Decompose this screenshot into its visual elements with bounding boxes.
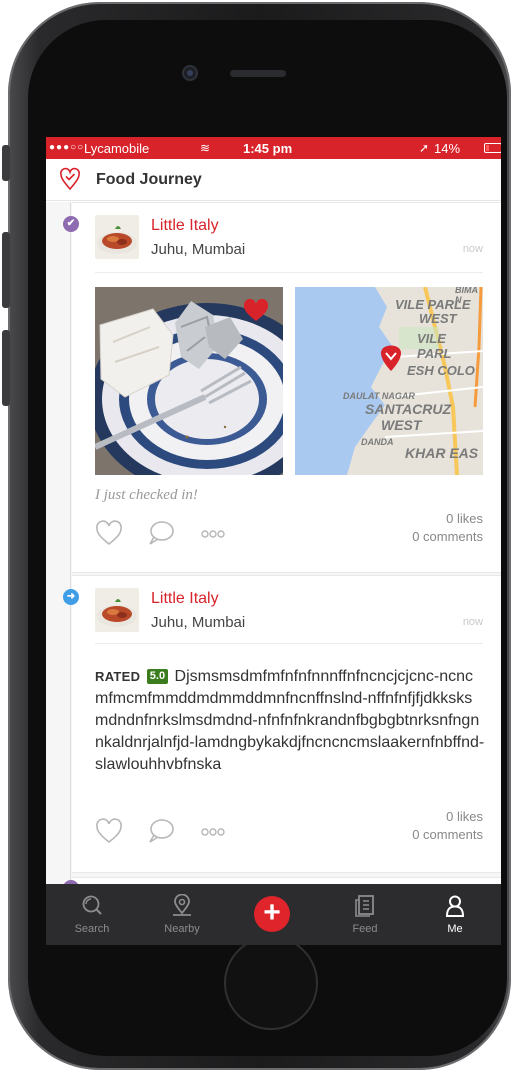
map-label: KHAR EAS: [405, 445, 479, 461]
more-options-icon[interactable]: [199, 817, 227, 845]
checkin-photo[interactable]: [95, 287, 283, 475]
comment-bubble-icon[interactable]: [147, 817, 175, 845]
front-camera: [182, 65, 198, 81]
card-divider: [95, 643, 483, 644]
timeline-line: [70, 202, 71, 884]
wifi-icon: ≋: [200, 141, 211, 155]
like-heart-icon[interactable]: [95, 519, 123, 547]
volume-down-button: [2, 330, 10, 406]
comment-bubble-icon[interactable]: [147, 519, 175, 547]
journey-feed[interactable]: Little Italy Juhu, Mumbai now BIMA N VIL…: [46, 202, 501, 884]
venue-thumbnail[interactable]: [95, 215, 139, 259]
card-divider: [95, 272, 483, 273]
volume-up-button: [2, 232, 10, 308]
tab-bar: Search Nearby + Feed Me: [46, 884, 501, 945]
tab-search[interactable]: Search: [52, 884, 132, 945]
tab-label: Feed: [352, 923, 378, 935]
search-icon: [82, 895, 102, 915]
feed-icon: [355, 895, 374, 917]
map-label: DANDA: [361, 437, 394, 447]
next-card[interactable]: [72, 877, 501, 884]
review-icon: ➜: [63, 589, 79, 605]
likes-count[interactable]: 0 likes: [412, 808, 483, 826]
venue-name[interactable]: Little Italy: [151, 590, 219, 608]
engagement-stats: 0 likes 0 comments: [412, 510, 483, 546]
checkin-caption: I just checked in!: [95, 487, 198, 503]
home-button[interactable]: [224, 936, 318, 1030]
like-heart-icon[interactable]: [95, 817, 123, 845]
carrier-name: Lycamobile: [84, 141, 150, 156]
battery-percent: 14%: [434, 141, 461, 156]
tab-feed[interactable]: Feed: [325, 884, 405, 945]
status-bar: ●●●○○ Lycamobile ≋ 1:45 pm ➚ 14%: [46, 137, 501, 159]
map-label: SANTACRUZ: [365, 401, 452, 417]
tab-me[interactable]: Me: [415, 884, 495, 945]
status-time: 1:45 pm: [243, 141, 293, 156]
map-label: WEST: [381, 417, 422, 433]
map-label: VILE PARL: [417, 331, 452, 361]
time-ago: now: [462, 616, 483, 628]
venue-location: Juhu, Mumbai: [151, 614, 246, 631]
user-icon: [445, 895, 465, 917]
tab-label: Search: [74, 923, 110, 935]
rating-badge: 5.0: [146, 669, 169, 684]
review-text-block: RATED 5.0 Djsmsmsdmfmfnfnfnnnffnfncncjcj…: [95, 666, 485, 776]
comments-count[interactable]: 0 comments: [412, 826, 483, 844]
app-screen: ●●●○○ Lycamobile ≋ 1:45 pm ➚ 14% Food Jo…: [46, 137, 501, 945]
location-pin-icon: [173, 894, 191, 916]
favorite-heart-icon[interactable]: [243, 299, 269, 323]
navigation-header: Food Journey: [46, 159, 501, 201]
battery-icon: [484, 143, 501, 153]
add-button[interactable]: +: [254, 896, 290, 932]
checkin-card[interactable]: Little Italy Juhu, Mumbai now BIMA N VIL…: [72, 202, 501, 573]
tab-nearby[interactable]: Nearby: [142, 884, 222, 945]
venue-location: Juhu, Mumbai: [151, 241, 246, 258]
tab-label: Nearby: [164, 923, 200, 935]
time-ago: now: [462, 243, 483, 255]
location-map[interactable]: BIMA N VILE PARLE WEST VILE PARL ESH COL…: [295, 287, 483, 475]
map-label: VILE PARLE: [395, 297, 471, 312]
venue-thumbnail[interactable]: [95, 588, 139, 632]
map-label: WEST: [419, 311, 457, 326]
more-options-icon[interactable]: [199, 519, 227, 547]
page-title: Food Journey: [96, 171, 202, 188]
location-arrow-icon: ➚: [419, 141, 430, 155]
checkin-icon: ✔: [63, 216, 79, 232]
review-card[interactable]: Little Italy Juhu, Mumbai now RATED 5.0 …: [72, 575, 501, 873]
tab-label: Me: [447, 923, 463, 935]
engagement-stats: 0 likes 0 comments: [412, 808, 483, 844]
map-label: ESH COLO: [407, 363, 475, 378]
map-label: DAULAT NAGAR: [343, 391, 415, 401]
mute-switch: [2, 145, 10, 181]
venue-name[interactable]: Little Italy: [151, 217, 219, 235]
comments-count[interactable]: 0 comments: [412, 528, 483, 546]
likes-count[interactable]: 0 likes: [412, 510, 483, 528]
rated-label: RATED: [95, 669, 141, 684]
signal-strength: ●●●○○: [49, 142, 85, 153]
heart-pin-icon[interactable]: [60, 167, 80, 191]
earpiece-speaker: [230, 70, 286, 77]
